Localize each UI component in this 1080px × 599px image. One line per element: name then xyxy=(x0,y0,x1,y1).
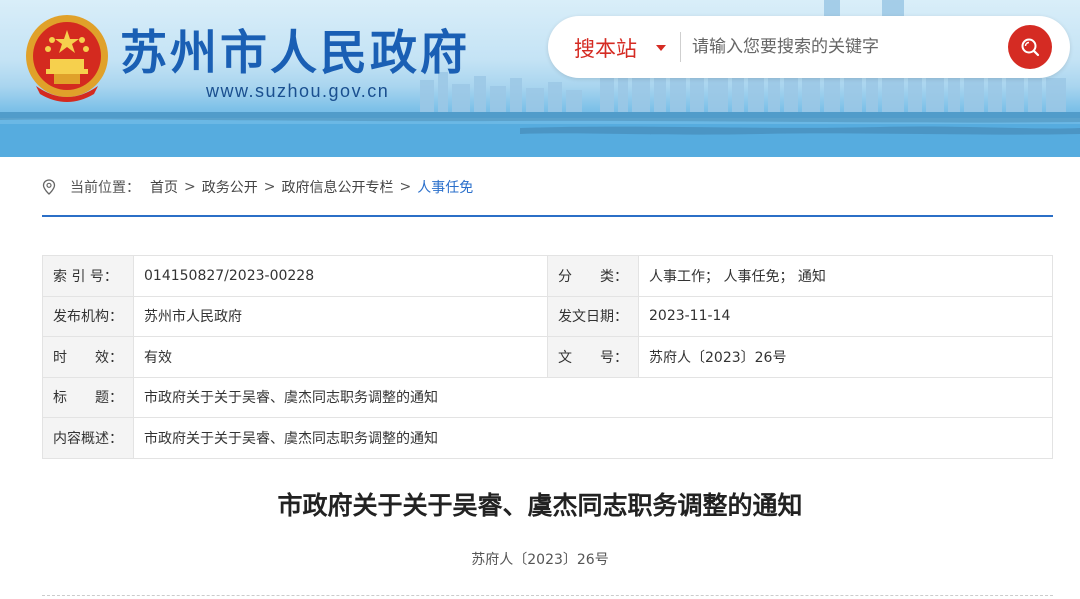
date-label: 发文日期： xyxy=(547,295,639,337)
date-value: 2023-11-14 xyxy=(638,295,1053,337)
table-row: 时 效： 有效 文 号： 苏府人〔2023〕26号 xyxy=(42,336,1053,378)
doc-number-value: 苏府人〔2023〕26号 xyxy=(638,336,1053,378)
publisher-label: 发布机构： xyxy=(42,295,134,337)
breadcrumb-info-column[interactable]: 政府信息公开专栏 xyxy=(281,177,393,197)
breadcrumb-prefix: 当前位置： xyxy=(70,180,140,196)
validity-value: 有效 xyxy=(133,336,548,378)
search-input[interactable] xyxy=(692,30,992,64)
article-divider xyxy=(42,595,1053,596)
caret-down-icon[interactable] xyxy=(656,45,666,51)
location-pin-icon xyxy=(42,179,56,195)
breadcrumb-home[interactable]: 首页 xyxy=(150,177,178,197)
breadcrumb-separator: > xyxy=(263,179,276,195)
search-scope-dropdown[interactable]: 搜本站 xyxy=(574,33,637,63)
document-meta-table: 索 引 号： 014150827/2023-00228 分 类： 人事工作； 人… xyxy=(42,255,1053,459)
title-value: 市政府关于关于吴睿、虞杰同志职务调整的通知 xyxy=(133,376,1053,418)
title-label: 标 题： xyxy=(42,376,134,418)
article-doc-number: 苏府人〔2023〕26号 xyxy=(471,552,609,568)
breadcrumb: 当前位置： 首页 > 政务公开 > 政府信息公开专栏 > 人事任免 xyxy=(42,176,473,198)
breadcrumb-separator: > xyxy=(184,179,196,195)
breadcrumb-rule xyxy=(42,215,1053,217)
article-title: 市政府关于关于吴睿、虞杰同志职务调整的通知 xyxy=(277,491,803,520)
search-button[interactable] xyxy=(1008,25,1052,69)
search-box: 搜本站 xyxy=(548,16,1070,78)
category-label: 分 类： xyxy=(547,255,639,297)
summary-value: 市政府关于关于吴睿、虞杰同志职务调整的通知 xyxy=(133,417,1053,459)
summary-label: 内容概述： xyxy=(42,417,134,459)
table-row: 发布机构： 苏州市人民政府 发文日期： 2023-11-14 xyxy=(42,295,1053,337)
search-divider xyxy=(680,32,681,62)
breadcrumb-separator: > xyxy=(399,179,412,195)
site-name: 苏州市人民政府 xyxy=(120,26,470,81)
validity-label: 时 效： xyxy=(42,336,134,378)
breadcrumb-current[interactable]: 人事任免 xyxy=(417,177,473,197)
table-row: 内容概述： 市政府关于关于吴睿、虞杰同志职务调整的通知 xyxy=(42,417,1053,459)
site-url[interactable]: www.suzhou.gov.cn xyxy=(206,81,389,102)
index-value: 014150827/2023-00228 xyxy=(133,255,548,297)
national-emblem-icon xyxy=(26,15,108,102)
site-header: 苏州市人民政府 www.suzhou.gov.cn 搜本站 xyxy=(0,0,1080,157)
publisher-value: 苏州市人民政府 xyxy=(133,295,548,337)
table-row: 标 题： 市政府关于关于吴睿、虞杰同志职务调整的通知 xyxy=(42,376,1053,418)
table-row: 索 引 号： 014150827/2023-00228 分 类： 人事工作； 人… xyxy=(42,255,1053,297)
breadcrumb-gov-affairs[interactable]: 政务公开 xyxy=(202,177,258,197)
search-icon xyxy=(1021,38,1040,57)
index-label: 索 引 号： xyxy=(42,255,134,297)
doc-number-label: 文 号： xyxy=(547,336,639,378)
category-value: 人事工作； 人事任免； 通知 xyxy=(638,255,1053,297)
